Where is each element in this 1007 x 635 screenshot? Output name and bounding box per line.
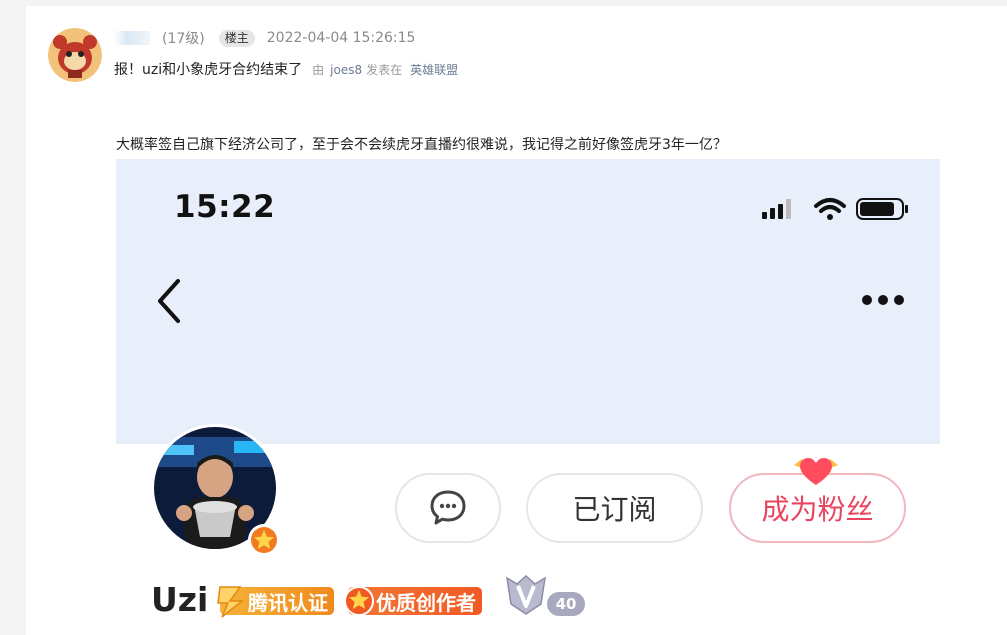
creator-star-icon — [344, 586, 374, 616]
signal-icon — [762, 199, 791, 219]
post-title-row: 报！uzi和小象虎牙合约结束了 由 joes8 发表在 英雄联盟 — [114, 59, 458, 79]
author-avatar[interactable] — [48, 28, 102, 82]
quality-creator-badge: 优质创作者 — [344, 585, 482, 617]
heart-icon — [794, 458, 838, 485]
message-button[interactable] — [395, 473, 501, 543]
owner-badge: 楼主 — [218, 29, 255, 47]
star-icon — [248, 524, 280, 556]
embedded-screenshot[interactable]: 15:22 已订阅 成为粉丝 Uzi 腾讯认证 优质创作者 40 — [116, 159, 940, 635]
tencent-badge-tag: 腾讯认证 — [217, 586, 334, 618]
level-shield-icon — [506, 574, 546, 615]
wifi-icon — [814, 198, 846, 220]
level-number: 40 — [547, 592, 585, 616]
chat-bubble-icon — [430, 490, 466, 525]
forum-link[interactable]: 英雄联盟 — [410, 61, 458, 78]
post-author-link[interactable]: joes8 — [330, 63, 362, 77]
author-avatar-image — [48, 28, 102, 82]
author-name-blurred[interactable] — [114, 31, 150, 45]
creator-badge-tag: 优质创作者 — [344, 586, 482, 616]
post-body: 大概率签自己旗下经济公司了，至于会不会续虎牙直播约很难说，我记得之前好像签虎牙3… — [116, 137, 727, 153]
by-label: 由 — [312, 63, 325, 77]
post-meta: (17级) 楼主 2022-04-04 15:26:15 — [162, 29, 415, 47]
back-arrow-icon[interactable] — [152, 276, 184, 326]
battery-icon — [856, 198, 908, 220]
post-title[interactable]: 报！uzi和小象虎牙合约结束了 — [114, 59, 302, 79]
post-timestamp: 2022-04-04 15:26:15 — [266, 30, 416, 46]
status-bar-icons — [762, 198, 908, 220]
tencent-verified-badge: 腾讯认证 — [217, 585, 334, 618]
profile-name: Uzi — [151, 580, 209, 619]
bolt-icon — [217, 586, 245, 618]
level-badge: 40 — [501, 574, 585, 616]
subscribed-button[interactable]: 已订阅 — [526, 473, 703, 543]
posted-in-label: 发表在 — [366, 63, 403, 77]
creator-badge-label: 优质创作者 — [376, 590, 476, 615]
forum-post: (17级) 楼主 2022-04-04 15:26:15 报！uzi和小象虎牙合… — [26, 6, 1007, 635]
status-clock: 15:22 — [174, 189, 276, 225]
more-icon[interactable] — [861, 293, 905, 307]
tencent-badge-label: 腾讯认证 — [248, 590, 328, 615]
author-level: (17级) — [162, 31, 205, 47]
